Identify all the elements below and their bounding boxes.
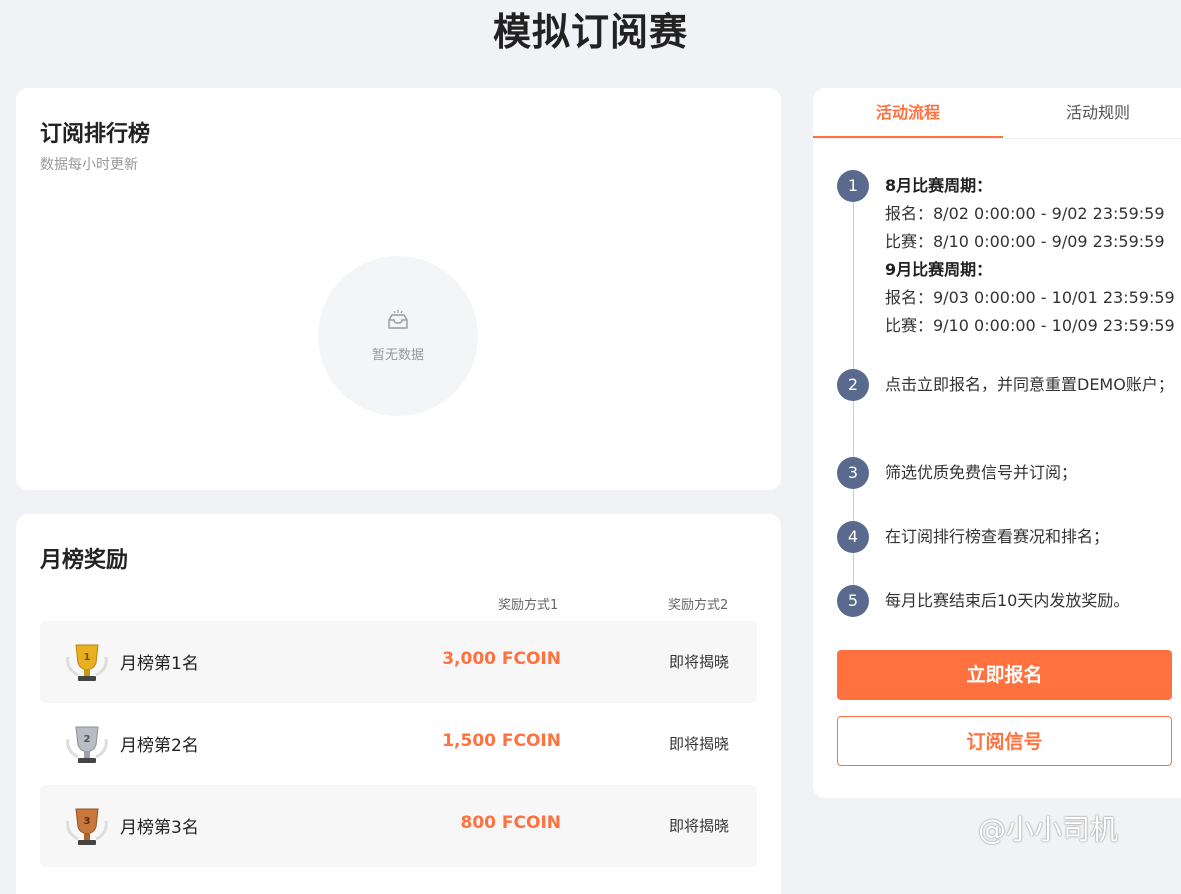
step-line: 报名：8/02 0:00:00 - 9/02 23:59:59 [885,204,1165,223]
reward-method-2-header: 奖励方式2 [668,598,729,613]
reward-amount: 1,500 FCOIN [442,731,561,751]
reward-alt: 即将揭晓 [669,653,730,671]
subscribe-signal-button[interactable]: 订阅信号 [837,716,1172,766]
step-number: 4 [837,521,869,553]
step-number: 1 [837,170,869,202]
reward-amount: 800 FCOIN [460,813,562,833]
watermark: @小小司机 [978,813,1119,846]
reward-amount: 3,000 FCOIN [442,649,561,669]
step-text: 每月比赛结束后10天内发放奖励。 [885,591,1130,610]
step-number: 2 [837,369,869,401]
tab-bar: 活动流程 活动规则 [813,88,1181,139]
step-text: 8月比赛周期： 报名：8/02 0:00:00 - 9/02 23:59:59 … [885,172,1175,340]
rank-name: 月榜第2名 [120,736,199,756]
tab-rules[interactable]: 活动规则 [1003,88,1181,136]
svg-text:3: 3 [84,816,91,827]
reward-row: 2 月榜第2名 1,500 FCOIN 即将揭晓 [40,703,757,785]
rank-name: 月榜第1名 [120,654,199,674]
inbox-icon [388,310,408,329]
svg-text:2: 2 [84,734,91,745]
ranking-subtitle: 数据每小时更新 [40,157,138,173]
step-line: 比赛：8/10 0:00:00 - 9/09 23:59:59 [885,232,1165,251]
reward-alt: 即将揭晓 [669,817,730,835]
svg-text:1: 1 [84,652,91,663]
step-text: 点击立即报名，并同意重置DEMO账户； [885,375,1174,394]
reward-alt: 即将揭晓 [669,735,730,753]
signup-button[interactable]: 立即报名 [837,650,1172,700]
step-text: 在订阅排行榜查看赛况和排名； [885,527,1110,546]
ranking-title: 订阅排行榜 [40,122,151,147]
reward-row: 3 月榜第3名 800 FCOIN 即将揭晓 [40,785,757,867]
process-card: 活动流程 活动规则 1 8月比赛周期： 报名：8/02 0:00:00 - 9/… [813,88,1181,798]
gold-trophy-icon: 1 [66,644,108,681]
silver-trophy-icon: 2 [66,726,108,763]
step-number: 3 [837,457,869,489]
bronze-trophy-icon: 3 [66,808,108,845]
step-line: 报名：9/03 0:00:00 - 10/01 23:59:59 [885,288,1175,307]
step-line: 9月比赛周期： [885,260,993,279]
rank-name: 月榜第3名 [120,818,199,838]
tab-process[interactable]: 活动流程 [813,88,1003,138]
reward-row: 1 月榜第1名 3,000 FCOIN 即将揭晓 [40,621,757,703]
page-title: 模拟订阅赛 [492,10,688,54]
reward-method-1-header: 奖励方式1 [498,598,559,613]
step-number: 5 [837,585,869,617]
rewards-title: 月榜奖励 [40,548,129,573]
empty-text: 暂无数据 [371,348,424,363]
rewards-card: 月榜奖励 奖励方式1 奖励方式2 1 月榜第1名 3,000 FCOIN 即将揭… [16,514,781,894]
step-text: 筛选优质免费信号并订阅； [885,463,1078,482]
step-line: 比赛：9/10 0:00:00 - 10/09 23:59:59 [885,316,1175,335]
empty-state: 暂无数据 [318,256,478,416]
step-line: 8月比赛周期： [885,176,993,195]
ranking-card: 订阅排行榜 数据每小时更新 暂无数据 [16,88,781,490]
